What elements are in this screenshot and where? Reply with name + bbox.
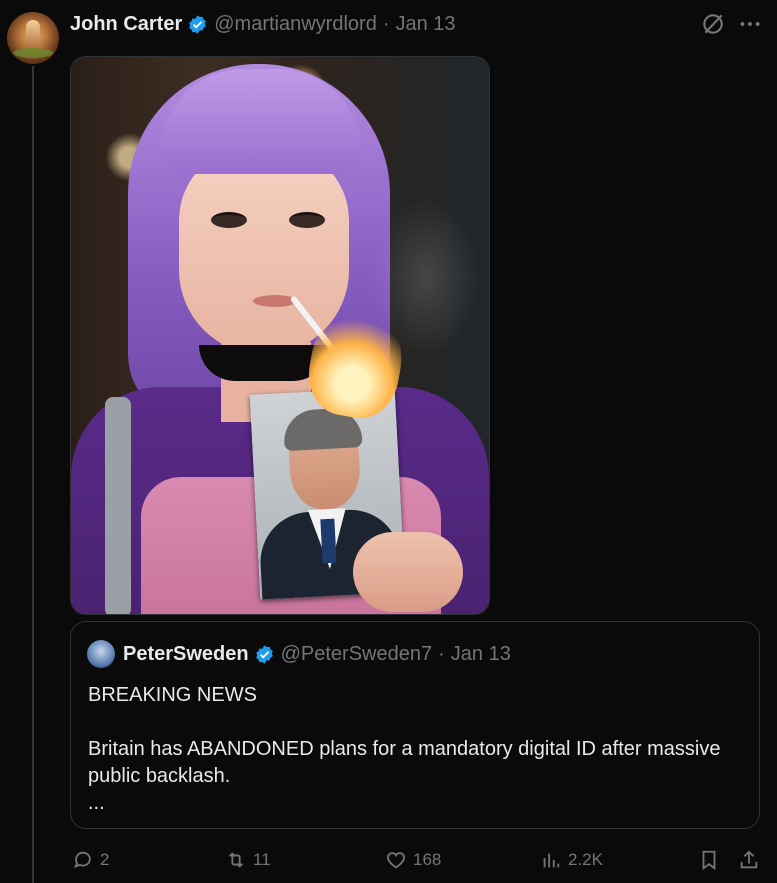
bookmark-icon [702,850,716,871]
repost-count: 11 [253,850,271,869]
views-chart-icon [543,853,560,868]
quoted-post[interactable]: PeterSweden @PeterSweden7 · Jan 13 BREAK… [70,621,760,829]
author-handle[interactable]: @martianwyrdlord [214,13,377,36]
reply-icon [74,851,91,869]
image-left-eye [211,212,247,228]
quoted-post-header: PeterSweden @PeterSweden7 · Jan 13 [87,640,511,668]
action-bar: 2 11 168 2.2K [70,846,760,876]
reply-button[interactable]: 2 [72,846,109,874]
quoted-author-handle: @PeterSweden7 [280,642,433,665]
post-image[interactable] [70,56,490,615]
repost-button[interactable]: 11 [225,846,271,874]
reply-count: 2 [100,850,110,869]
separator-dot: · [382,12,390,35]
image-hand [353,532,463,612]
views-button[interactable]: 2.2K [540,846,603,874]
more-options-icon[interactable] [737,11,763,37]
grok-icon[interactable] [700,11,726,37]
quoted-text-ellipsis: ... [88,792,105,814]
views-count: 2.2K [568,850,603,869]
quoted-post-text: BREAKING NEWS Britain has ABANDONED plan… [88,682,748,817]
quoted-author-name: PeterSweden [123,642,249,665]
quoted-post-date: Jan 13 [450,642,511,665]
quoted-text-line-2: Britain has ABANDONED plans for a mandat… [88,738,721,787]
avatar-leaf [13,48,53,58]
image-face [179,145,349,355]
author-name[interactable]: John Carter [70,13,182,36]
share-button[interactable] [738,846,766,874]
verified-badge-icon [189,14,207,34]
repost-icon [228,852,244,868]
verified-badge-icon [255,644,273,664]
like-count: 168 [413,850,442,869]
like-button[interactable]: 168 [385,846,441,874]
share-icon [740,850,758,869]
separator-dot: · [438,642,445,665]
image-right-eye [289,212,325,228]
heart-icon [387,852,405,869]
image-bag-strap [105,397,131,614]
author-avatar[interactable] [7,12,59,64]
quoted-author-avatar [87,640,115,668]
quoted-text-line-1: BREAKING NEWS [88,684,257,706]
bookmark-button[interactable] [698,846,726,874]
post-date[interactable]: Jan 13 [396,13,456,36]
photo-tie [320,518,337,564]
thread-line [32,66,34,883]
post-header: John Carter @martianwyrdlord · Jan 13 [70,10,456,38]
